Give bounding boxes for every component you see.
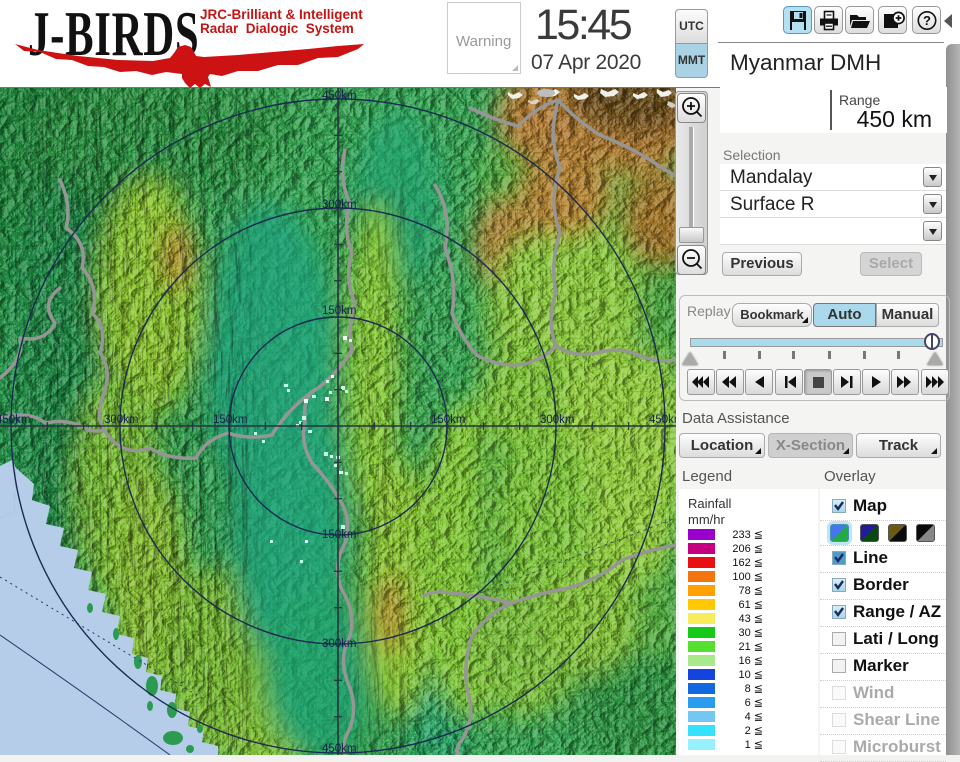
svg-text:?: ? xyxy=(923,13,931,28)
svg-text:450km: 450km xyxy=(649,414,676,426)
svg-text:150km: 150km xyxy=(213,414,248,426)
svg-text:150km: 150km xyxy=(322,305,357,317)
svg-text:300km: 300km xyxy=(322,638,357,650)
svg-text:450km: 450km xyxy=(322,743,357,755)
svg-text:450km: 450km xyxy=(0,414,31,426)
svg-text:150km: 150km xyxy=(431,414,466,426)
svg-text:300km: 300km xyxy=(540,414,575,426)
svg-text:450km: 450km xyxy=(322,90,357,102)
svg-text:150km: 150km xyxy=(322,529,357,541)
svg-text:300km: 300km xyxy=(104,414,139,426)
svg-text:300km: 300km xyxy=(322,199,357,211)
